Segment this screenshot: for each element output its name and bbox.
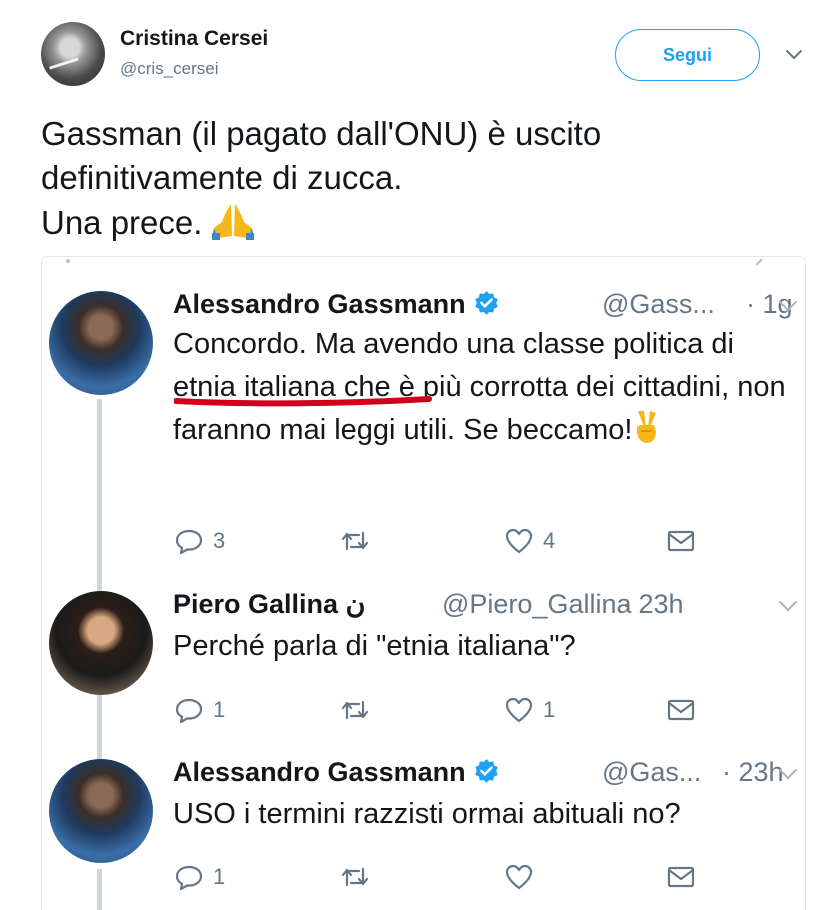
like-action[interactable]: 4 — [503, 525, 555, 557]
retweet-action[interactable] — [339, 694, 379, 726]
heart-icon — [505, 864, 533, 890]
reply-action[interactable]: 3 — [173, 525, 225, 557]
reply-author-name-text[interactable]: Alessandro Gassmann — [173, 757, 466, 787]
reply-avatar[interactable] — [49, 591, 153, 695]
chevron-down-icon[interactable] — [784, 44, 804, 64]
reply-time[interactable]: · 23h — [722, 757, 784, 788]
envelope-icon — [667, 530, 695, 552]
reply-time[interactable]: · 23h — [622, 589, 684, 620]
verified-badge-icon — [475, 291, 498, 315]
reply-action[interactable]: 1 — [173, 694, 225, 726]
reply-handle[interactable]: @Gass... — [602, 289, 715, 320]
chevron-down-icon[interactable] — [777, 295, 799, 317]
victory-hand-emoji-icon — [637, 411, 657, 443]
like-action[interactable]: 1 — [503, 694, 555, 726]
retweet-icon — [341, 700, 369, 720]
retweet-action[interactable] — [339, 861, 379, 893]
reply-handle[interactable]: @Piero_Gallina — [442, 589, 632, 620]
reply-count: 1 — [213, 697, 226, 722]
reply-author-name[interactable]: Alessandro Gassmann — [173, 289, 500, 320]
reply-text: Concordo. Ma avendo una classe politica … — [173, 323, 793, 452]
reply-author-name-text[interactable]: Piero Gallina — [173, 589, 338, 619]
retweet-icon — [341, 867, 369, 887]
chevron-down-icon[interactable] — [777, 595, 799, 617]
reply-handle[interactable]: @Gas... — [602, 757, 701, 788]
dm-action[interactable] — [665, 694, 697, 726]
reply-icon — [175, 865, 203, 891]
reply-author-name-text[interactable]: Alessandro Gassmann — [173, 289, 466, 319]
like-action[interactable] — [503, 861, 543, 893]
chevron-down-icon[interactable] — [777, 763, 799, 785]
heart-icon — [505, 528, 533, 554]
reply-text: USO i termini razzisti ormai abituali no… — [173, 798, 681, 830]
tweet-line: Gassman (il pagato dall'ONU) è uscito — [41, 115, 602, 152]
action-bar: 1 — [173, 861, 733, 895]
action-bar: 1 1 — [173, 694, 733, 728]
reply-count: 1 — [213, 864, 226, 889]
author-avatar[interactable] — [41, 22, 105, 86]
author-name[interactable]: Cristina Cersei — [120, 27, 268, 51]
envelope-icon — [667, 866, 695, 888]
reply-author-name[interactable]: Alessandro Gassmann — [173, 757, 500, 788]
reply-count: 3 — [213, 528, 226, 553]
tweet-line-last: Una prece. — [41, 200, 781, 245]
reply-author-name[interactable]: Piero Gallina ن — [173, 589, 365, 620]
reply-avatar[interactable] — [49, 759, 153, 863]
dm-action[interactable] — [665, 525, 697, 557]
like-count: 4 — [543, 528, 556, 553]
tweet-line: definitivamente di zucca. — [41, 159, 403, 196]
reply-text-body: Concordo. Ma avendo una classe politica … — [173, 328, 786, 446]
reply-author-name-suffix: ن — [345, 589, 366, 619]
reply-avatar[interactable] — [49, 291, 153, 395]
heart-icon — [505, 697, 533, 723]
pray-emoji-icon — [212, 204, 255, 240]
red-underline-annotation — [174, 396, 432, 407]
retweet-action[interactable] — [339, 525, 379, 557]
author-handle[interactable]: @cris_cersei — [120, 59, 219, 79]
embedded-screenshot: Alessandro Gassmann @Gass... · 1g Concor… — [41, 256, 806, 910]
verified-badge-icon — [475, 759, 498, 783]
dm-action[interactable] — [665, 861, 697, 893]
reply-icon — [175, 698, 203, 724]
reply-action[interactable]: 1 — [173, 861, 225, 893]
reply-text: Perché parla di "etnia italiana"? — [173, 630, 576, 662]
embed-top-strip — [65, 258, 763, 266]
thread-line — [97, 869, 102, 910]
action-bar: 3 4 — [173, 525, 733, 559]
envelope-icon — [667, 699, 695, 721]
reply-icon — [175, 529, 203, 555]
tweet-text: Gassman (il pagato dall'ONU) è uscito de… — [41, 112, 781, 245]
tweet-line-text: Una prece. — [41, 204, 203, 241]
follow-button[interactable]: Segui — [615, 29, 760, 81]
like-count: 1 — [543, 697, 556, 722]
retweet-icon — [341, 531, 369, 551]
